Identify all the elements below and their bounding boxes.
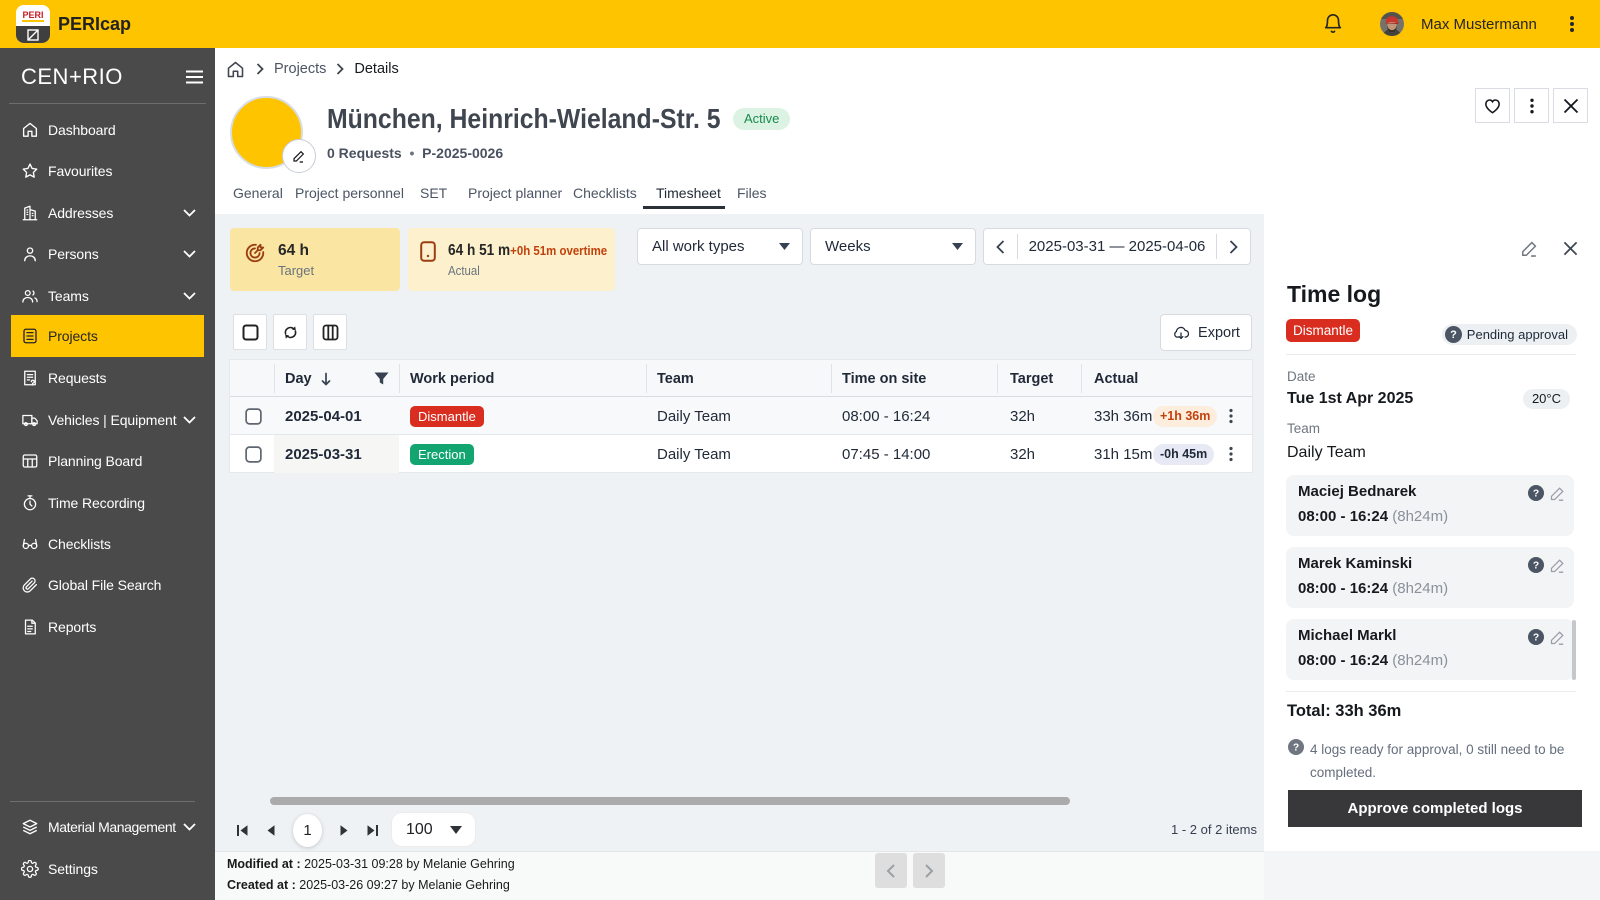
svg-text:?: ? xyxy=(1450,329,1457,341)
svg-text:?: ? xyxy=(1293,742,1299,753)
svg-text:?: ? xyxy=(1533,488,1539,499)
svg-text:?: ? xyxy=(1533,560,1539,571)
svg-text:?: ? xyxy=(1533,632,1539,643)
